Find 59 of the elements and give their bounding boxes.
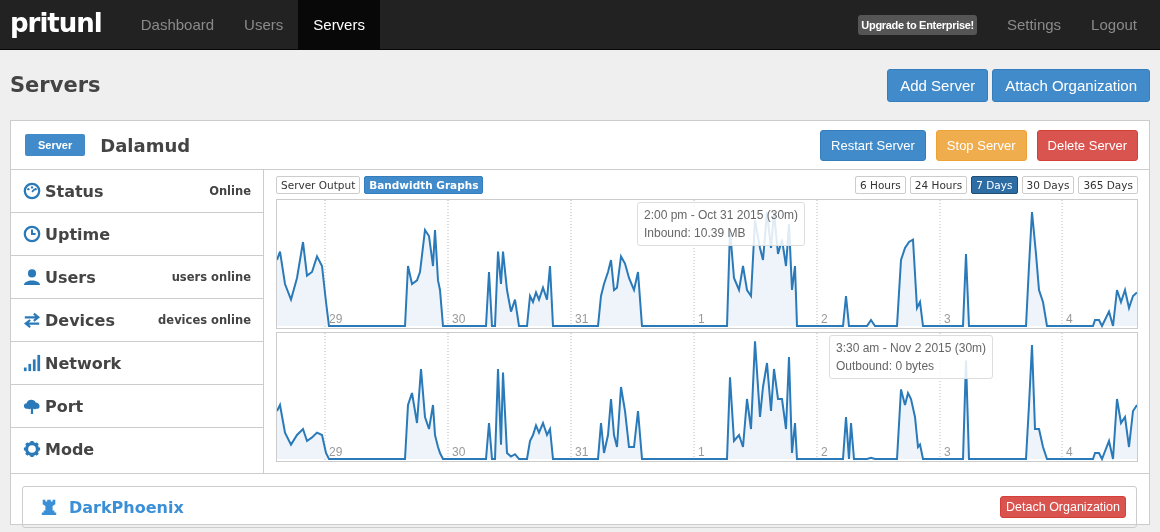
signal-bars-icon xyxy=(23,354,41,372)
server-name: Dalamud xyxy=(100,134,191,156)
tooltip-text: Outbound: 0 bytes xyxy=(836,359,936,373)
day-label: 2 xyxy=(821,445,828,459)
info-label: Devices xyxy=(45,310,115,330)
day-label: 1 xyxy=(698,312,705,326)
organization-name[interactable]: DarkPhoenix xyxy=(69,497,184,517)
day-label: 29 xyxy=(329,312,343,326)
range-tab[interactable]: 24 Hours xyxy=(909,176,968,194)
info-label: Status xyxy=(45,181,104,201)
page-title: Servers xyxy=(10,73,101,97)
brand-logo[interactable]: pritunl xyxy=(0,7,126,42)
swap-arrows-icon xyxy=(23,311,41,329)
range-tab[interactable]: 30 Days xyxy=(1021,176,1075,194)
range-tab[interactable]: 7 Days xyxy=(971,176,1018,194)
info-label: Mode xyxy=(45,439,95,459)
day-label: 2 xyxy=(821,312,828,326)
settings-icon xyxy=(23,440,41,458)
user-icon xyxy=(23,268,41,286)
upgrade-button[interactable]: Upgrade to Enterprise! xyxy=(858,14,977,35)
tooltip-text: Inbound: 10.39 MB xyxy=(644,226,747,240)
day-label: 3 xyxy=(944,312,951,326)
day-label: 31 xyxy=(575,445,589,459)
clock-icon xyxy=(23,225,41,243)
server-label: Server xyxy=(25,134,86,156)
day-label: 4 xyxy=(1066,445,1073,459)
day-label: 30 xyxy=(452,445,466,459)
action-button[interactable]: Attach Organization xyxy=(992,68,1150,102)
server-action-button[interactable]: Restart Server xyxy=(820,129,926,161)
info-label: Uptime xyxy=(45,224,111,244)
info-label: Network xyxy=(45,353,122,373)
day-label: 1 xyxy=(698,445,705,459)
view-tab[interactable]: Server Output xyxy=(276,176,361,194)
range-tab[interactable]: 365 Days xyxy=(1078,176,1138,194)
rook-icon xyxy=(40,498,58,516)
day-label: 29 xyxy=(329,445,343,459)
info-value: Online xyxy=(209,184,251,198)
detach-button[interactable]: Detach Organization xyxy=(1000,496,1126,518)
info-value: devices online xyxy=(158,313,251,327)
nav-tab[interactable]: Servers xyxy=(298,0,380,49)
server-action-button[interactable]: Delete Server xyxy=(1036,129,1138,161)
nav-tab[interactable]: Dashboard xyxy=(125,0,230,49)
nav-tab[interactable]: Users xyxy=(229,0,299,49)
action-button[interactable]: Add Server xyxy=(887,68,989,102)
gauge-icon xyxy=(23,182,41,200)
day-label: 3 xyxy=(944,445,951,459)
tooltip-text: 3:30 am - Nov 2 2015 (30m) xyxy=(836,341,987,355)
day-label: 30 xyxy=(452,312,466,326)
nav-link[interactable]: Settings xyxy=(999,0,1085,49)
day-label: 4 xyxy=(1066,312,1073,326)
tooltip-text: 2:00 pm - Oct 31 2015 (30m) xyxy=(644,208,799,222)
nav-link[interactable]: Logout xyxy=(1084,0,1160,49)
info-label: Users xyxy=(45,267,96,287)
day-label: 31 xyxy=(575,312,589,326)
cloud-upload-icon xyxy=(23,397,41,415)
info-label: Port xyxy=(45,396,84,416)
view-tab[interactable]: Bandwidth Graphs xyxy=(364,176,484,194)
info-value: users online xyxy=(171,270,251,284)
range-tab[interactable]: 6 Hours xyxy=(855,176,906,194)
